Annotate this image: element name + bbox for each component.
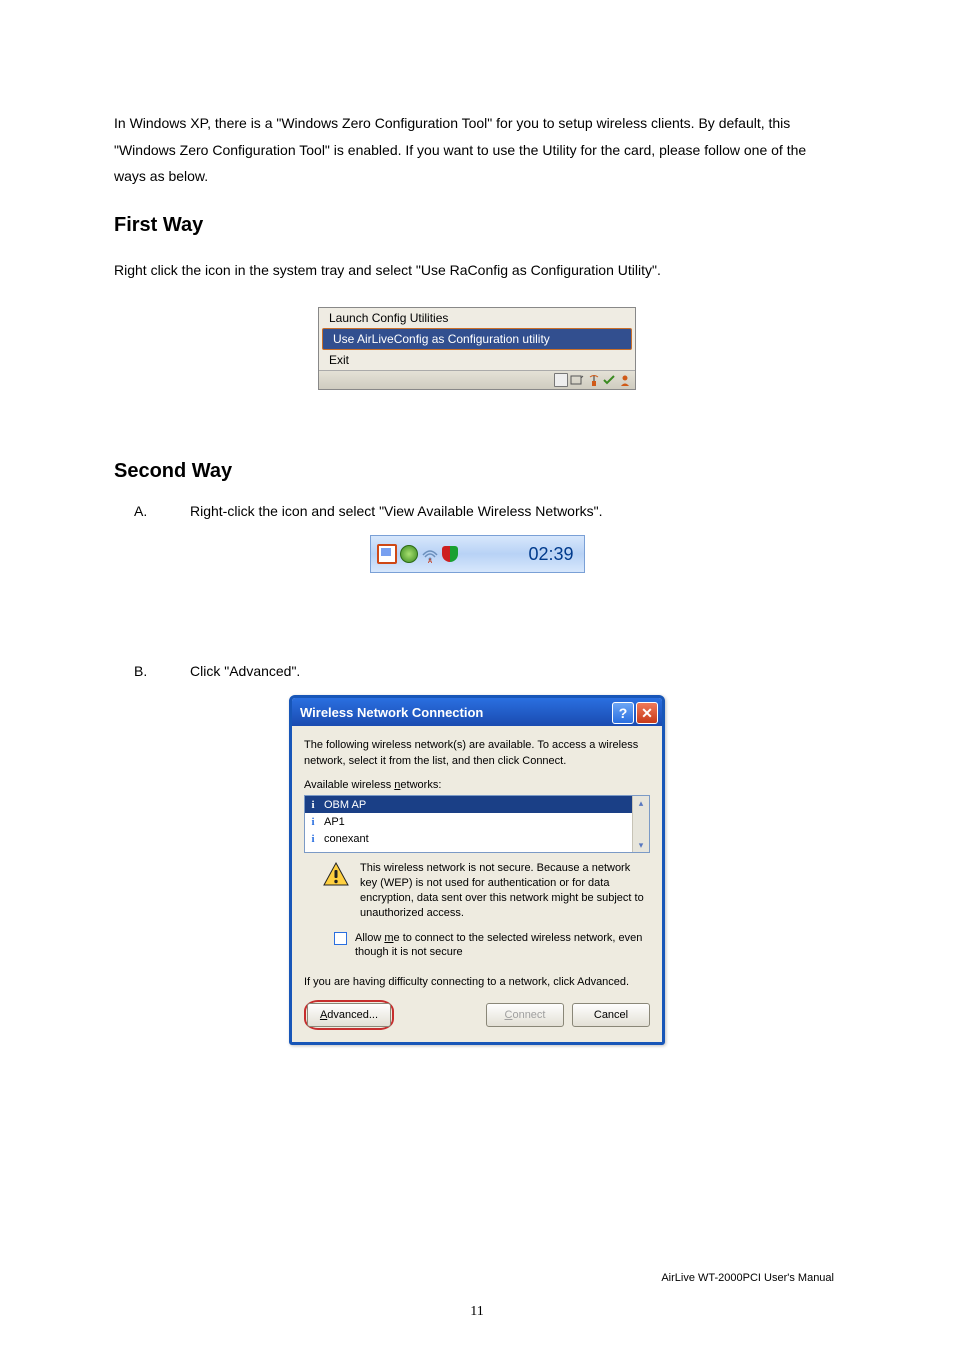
person-icon: [618, 373, 632, 387]
step-b-text: Click "Advanced".: [190, 663, 300, 679]
svg-text:A: A: [427, 559, 432, 563]
advanced-button-highlight: Advanced...: [304, 1000, 394, 1030]
cancel-button: Cancel: [572, 1003, 650, 1027]
first-way-heading: First Way: [114, 214, 840, 237]
connect-button: Connect: [486, 1003, 564, 1027]
allow-connect-checkbox: [334, 932, 347, 945]
dialog-description: The following wireless network(s) are av…: [304, 738, 650, 769]
keyboard-icon: [554, 373, 568, 387]
airlive-tray-icon: [586, 373, 600, 387]
check-icon: [602, 373, 616, 387]
wireless-dialog-screenshot: Wireless Network Connection ? ✕ The foll…: [289, 695, 665, 1045]
step-b-letter: B.: [134, 663, 190, 679]
tablet-icon: [570, 373, 584, 387]
second-way-heading: Second Way: [114, 460, 840, 483]
system-tray-screenshot: A 02:39: [370, 535, 585, 573]
info-icon: i: [308, 816, 318, 828]
close-button: ✕: [636, 702, 658, 724]
systray-clock: 02:39: [528, 544, 573, 565]
monitor-icon: [377, 544, 397, 564]
allow-connect-label: Allow me to connect to the selected wire…: [355, 931, 646, 961]
network-item-ap1: i AP1: [305, 813, 649, 830]
available-networks-label: Available wireless networks:: [304, 779, 650, 791]
ctxmenu-item-exit: Exit: [319, 350, 635, 370]
network-listbox: i OBM AP i AP1 i conexant ▴ ▾: [304, 795, 650, 853]
info-icon: i: [308, 799, 318, 811]
step-a-text: Right-click the icon and select "View Av…: [190, 503, 602, 519]
scroll-down-icon: ▾: [634, 838, 648, 852]
context-menu-screenshot: Launch Config Utilities Use AirLiveConfi…: [318, 307, 636, 390]
network-item-obm-ap: i OBM AP: [305, 796, 649, 813]
first-way-text: Right click the icon in the system tray …: [114, 257, 840, 284]
ctxmenu-item-launch: Launch Config Utilities: [319, 308, 635, 328]
advanced-button: Advanced...: [307, 1003, 391, 1027]
scrollbar: ▴ ▾: [632, 796, 649, 852]
ctxmenu-item-use-airlive: Use AirLiveConfig as Configuration utili…: [322, 328, 632, 350]
page-number: 11: [0, 1304, 954, 1320]
footer-text: AirLive WT-2000PCI User's Manual: [661, 1272, 834, 1284]
info-icon: i: [308, 833, 318, 845]
shield-icon: [442, 546, 458, 562]
network-item-conexant: i conexant: [305, 830, 649, 847]
wifi-icon: A: [421, 545, 439, 563]
warning-text: This wireless network is not secure. Bec…: [360, 861, 646, 920]
troubleshoot-text: If you are having difficulty connecting …: [304, 976, 650, 988]
tray-icon-strip: [319, 370, 635, 389]
scroll-up-icon: ▴: [634, 796, 648, 810]
step-a-letter: A.: [134, 503, 190, 519]
help-button: ?: [612, 702, 634, 724]
dialog-title-text: Wireless Network Connection: [300, 705, 483, 720]
dialog-titlebar: Wireless Network Connection ? ✕: [292, 698, 662, 726]
intro-text: In Windows XP, there is a "Windows Zero …: [114, 110, 840, 190]
globe-icon: [400, 545, 418, 563]
warning-icon: [322, 861, 350, 889]
